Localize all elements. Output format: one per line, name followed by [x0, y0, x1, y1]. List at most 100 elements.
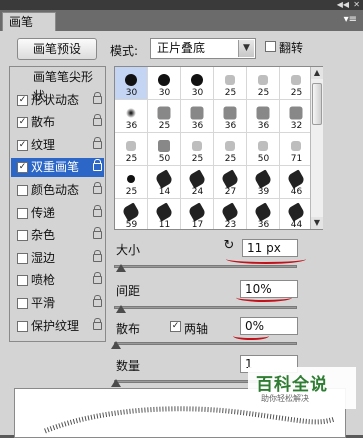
both-axes-checkbox[interactable]: ✓ — [170, 321, 181, 332]
lock-icon[interactable] — [93, 204, 102, 217]
brush-tip-cell[interactable]: 50 — [247, 133, 280, 166]
sidebar-item[interactable]: 湿边 — [11, 249, 104, 268]
brush-tip-cell[interactable]: 44 — [280, 199, 313, 229]
brush-tip-shape-icon — [158, 74, 170, 86]
sidebar-item[interactable]: ✓ 双重画笔 — [11, 158, 104, 178]
sidebar-item[interactable]: 杂色 — [11, 226, 104, 245]
sidebar-item[interactable]: 平滑 — [11, 294, 104, 313]
sidebar-item[interactable]: 保护纹理 — [11, 317, 104, 336]
sidebar-item[interactable]: 喷枪 — [11, 271, 104, 290]
close-icon[interactable]: ✕ — [353, 0, 360, 10]
brush-grid-scrollbar[interactable]: ▲ ▼ — [310, 67, 323, 229]
brush-tip-cell[interactable]: 24 — [181, 166, 214, 199]
scroll-up-icon[interactable]: ▲ — [311, 67, 323, 79]
brush-tip-cell[interactable]: 50 — [148, 133, 181, 166]
scatter-slider[interactable] — [114, 342, 297, 345]
sidebar-item[interactable]: 画笔笔尖形状 — [11, 68, 104, 103]
size-slider-knob[interactable] — [116, 264, 127, 272]
brush-tip-shape-icon — [154, 169, 174, 189]
lock-icon[interactable] — [93, 272, 102, 285]
chevron-down-icon[interactable]: ▼ — [238, 40, 254, 57]
brush-tip-cell[interactable]: 25 — [181, 133, 214, 166]
spacing-slider[interactable] — [114, 306, 297, 309]
brush-tip-cell[interactable]: 36 — [214, 100, 247, 133]
sidebar-item-checkbox[interactable]: ✓ — [17, 94, 28, 106]
sidebar-item[interactable]: 颜色动态 — [11, 181, 104, 200]
brush-tip-cell[interactable]: 36 — [115, 100, 148, 133]
scroll-down-icon[interactable]: ▼ — [311, 217, 323, 229]
lock-icon[interactable] — [93, 114, 102, 127]
brush-tip-cell[interactable]: 30 — [115, 67, 148, 100]
brush-tip-cell[interactable]: 39 — [247, 166, 280, 199]
window-titlebar: ◀◀ ✕ — [0, 0, 363, 10]
brush-tip-size: 25 — [224, 88, 237, 98]
brush-tip-cell[interactable]: 30 — [148, 67, 181, 100]
mode-select[interactable]: 正片叠底 ▼ — [150, 38, 256, 59]
collapse-panel-icon[interactable]: ◀◀ — [337, 0, 349, 10]
brush-tip-shape-icon — [225, 75, 235, 85]
sidebar-item-checkbox[interactable]: ✓ — [17, 117, 28, 129]
sidebar-item-checkbox[interactable] — [17, 207, 28, 219]
lock-icon[interactable] — [93, 91, 102, 104]
size-slider[interactable] — [114, 265, 297, 268]
scatter-label: 散布 — [116, 322, 141, 336]
lock-icon[interactable] — [93, 182, 102, 194]
lock-icon[interactable] — [93, 249, 102, 262]
sidebar-item-checkbox[interactable] — [17, 320, 28, 332]
count-slider-knob[interactable] — [111, 379, 121, 387]
brush-tip-cell[interactable]: 25 — [148, 100, 181, 133]
lock-icon[interactable] — [93, 227, 102, 240]
brush-tip-cell[interactable]: 32 — [280, 100, 313, 133]
brush-tip-cell[interactable]: 71 — [280, 133, 313, 166]
panel-menu-icon[interactable]: ▾≡ — [344, 13, 357, 27]
brush-tip-shape-icon — [291, 75, 301, 85]
lock-icon[interactable] — [93, 159, 102, 172]
sidebar-item-checkbox[interactable] — [17, 185, 28, 196]
brush-tip-cell[interactable]: 23 — [214, 199, 247, 229]
sidebar-item-checkbox[interactable] — [17, 298, 28, 309]
sidebar-item-checkbox[interactable] — [17, 275, 28, 287]
lock-icon[interactable] — [93, 295, 102, 307]
brush-tip-cell[interactable]: 36 — [247, 199, 280, 230]
brush-tip-cell[interactable]: 25 — [115, 166, 148, 199]
sidebar-item-checkbox[interactable]: ✓ — [17, 139, 28, 151]
brush-tip-cell[interactable]: 36 — [181, 100, 214, 133]
brush-tip-size: 36 — [224, 121, 237, 131]
spacing-slider-knob[interactable] — [116, 305, 127, 313]
flip-checkbox[interactable] — [265, 41, 276, 52]
mode-label: 模式: — [110, 44, 139, 58]
brush-tip-cell[interactable]: 25 — [247, 67, 280, 100]
brush-tip-cell[interactable]: 27 — [214, 166, 247, 199]
scatter-slider-knob[interactable] — [111, 341, 121, 349]
brush-tip-cell[interactable]: 17 — [181, 199, 214, 229]
brush-tip-cell[interactable]: 30 — [181, 67, 214, 100]
scrollbar-thumb[interactable] — [312, 83, 322, 125]
sidebar-item[interactable]: ✓ 纹理 — [11, 136, 104, 155]
brush-tip-cell[interactable]: 25 — [115, 133, 148, 166]
sidebar-item[interactable]: ✓ 形状动态 — [11, 91, 104, 110]
brush-tip-cell[interactable]: 25 — [280, 67, 313, 100]
sidebar-item-checkbox[interactable] — [17, 252, 28, 264]
sidebar-item[interactable]: 传递 — [11, 204, 104, 223]
sidebar-item-label: 形状动态 — [31, 92, 80, 107]
brush-preset-button[interactable]: 画笔预设 — [17, 38, 97, 60]
reset-size-icon[interactable]: ↻ — [222, 239, 236, 253]
brush-tip-cell[interactable]: 36 — [247, 100, 280, 133]
brush-tip-cell[interactable]: 46 — [280, 166, 313, 199]
sidebar-item-checkbox[interactable] — [17, 230, 28, 242]
brush-tip-cell[interactable]: 11 — [148, 199, 181, 229]
sidebar-item-checkbox[interactable]: ✓ — [17, 162, 28, 174]
watermark-logo: 百科全说 助你轻松解决 — [248, 367, 356, 409]
brush-tip-shape-icon — [127, 175, 135, 183]
brush-tip-grid[interactable]: 30 30 30 25 25 25 36 25 36 36 36 32 25 50 25 25 50 71 25 14… — [114, 66, 323, 230]
brush-tip-cell[interactable]: 25 — [214, 67, 247, 100]
brush-tip-cell[interactable]: 25 — [214, 133, 247, 166]
brush-tip-cell[interactable]: 14 — [148, 166, 181, 199]
brush-tip-size: 36 — [257, 220, 270, 230]
tab-brush[interactable]: 画笔 — [2, 12, 56, 31]
watermark-title: 百科全说 — [256, 375, 328, 395]
lock-icon[interactable] — [93, 317, 102, 330]
lock-icon[interactable] — [93, 136, 102, 149]
sidebar-item[interactable]: ✓ 散布 — [11, 113, 104, 132]
brush-tip-cell[interactable]: 59 — [115, 199, 148, 229]
